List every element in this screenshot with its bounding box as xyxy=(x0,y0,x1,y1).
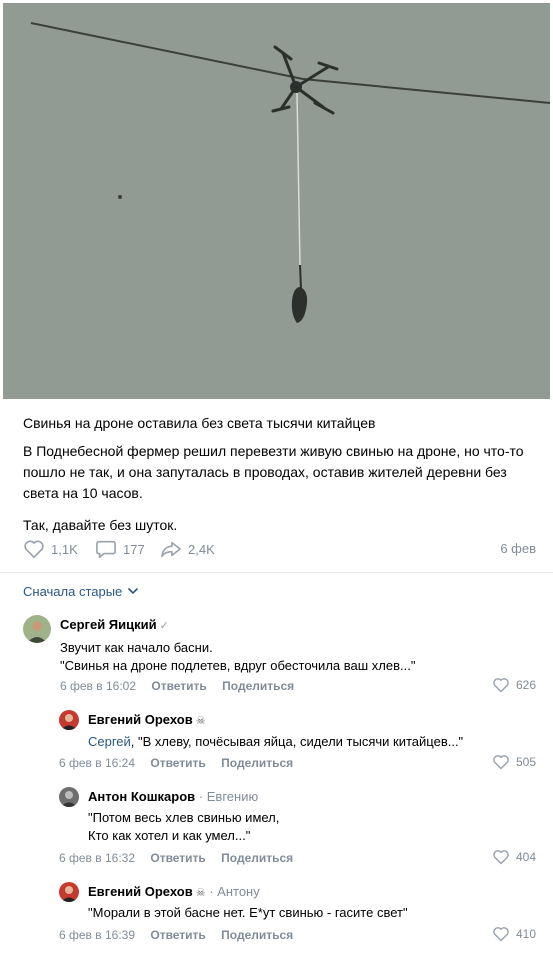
share-comment-button[interactable]: Поделиться xyxy=(221,851,293,865)
comment-time[interactable]: 6 фев в 16:24 xyxy=(59,756,135,770)
post-title: Свинья на дроне оставила без света тысяч… xyxy=(23,415,376,431)
reply-to[interactable]: · Антону xyxy=(209,884,260,899)
reply-button[interactable]: Ответить xyxy=(150,928,205,942)
like-count: 1,1K xyxy=(51,541,78,557)
comment-time[interactable]: 6 фев в 16:32 xyxy=(59,851,135,865)
heart-icon xyxy=(493,678,509,693)
comment: Евгений Орехов ☠ · Антону "Морали в этой … xyxy=(59,882,536,947)
comment-like-count: 626 xyxy=(515,678,536,692)
comment-button[interactable]: 177 xyxy=(95,538,145,560)
mention-link[interactable]: Сергей xyxy=(88,734,131,749)
post-date[interactable]: 6 фев xyxy=(500,541,536,556)
reply-button[interactable]: Ответить xyxy=(151,679,206,693)
heart-icon xyxy=(24,540,44,558)
comment-like-count: 505 xyxy=(515,755,536,769)
divider xyxy=(0,572,553,573)
reply-to[interactable]: · Евгению xyxy=(199,789,258,804)
comment-text: Кто как хотел и как умел..." xyxy=(88,828,251,843)
comment: Антон Кошкаров · Евгению "Потом весь хле… xyxy=(59,787,536,867)
comment-like-count: 410 xyxy=(515,927,536,941)
comment-icon xyxy=(96,540,116,558)
sort-label: Сначала старые xyxy=(23,584,123,599)
comment-like-button[interactable]: 410 xyxy=(492,926,536,942)
comment-text: Сергей, "В хлеву, почёсывая яйца, сидели… xyxy=(88,734,464,749)
comment-author[interactable]: Евгений Орехов xyxy=(88,712,193,727)
comment-author[interactable]: Антон Кошкаров xyxy=(88,789,195,804)
avatar[interactable] xyxy=(23,615,51,643)
comment-like-button[interactable]: 626 xyxy=(492,677,536,693)
comment: Сергей Яицкий ✓ Звучит как начало басни. … xyxy=(23,615,536,695)
chevron-down-icon xyxy=(128,588,139,595)
comment-author[interactable]: Сергей Яицкий xyxy=(60,617,157,632)
post-paragraph: Так, давайте без шуток. xyxy=(23,517,178,533)
comment-text: Звучит как начало басни. xyxy=(60,640,213,655)
share-comment-button[interactable]: Поделиться xyxy=(222,679,294,693)
comment-like-count: 404 xyxy=(515,850,536,864)
heart-icon xyxy=(493,850,509,865)
post-actions: 1,1K 177 2,4K 6 фев xyxy=(23,538,536,560)
avatar[interactable] xyxy=(59,710,79,730)
skull-icon: ☠ xyxy=(195,887,206,899)
comment: Евгений Орехов ☠ Сергей, "В хлеву, почёсы… xyxy=(59,710,536,775)
post-body: В Поднебесной фермер решил перевезти жив… xyxy=(23,441,538,547)
heart-icon xyxy=(493,927,509,942)
avatar[interactable] xyxy=(59,882,79,902)
avatar[interactable] xyxy=(59,787,79,807)
comment-author[interactable]: Евгений Орехов xyxy=(88,884,193,899)
share-comment-button[interactable]: Поделиться xyxy=(221,928,293,942)
heart-icon xyxy=(493,755,509,770)
comment-time[interactable]: 6 фев в 16:02 xyxy=(60,679,136,693)
share-icon xyxy=(161,541,181,558)
reply-button[interactable]: Ответить xyxy=(150,756,205,770)
like-button[interactable]: 1,1K xyxy=(23,538,78,560)
comment-time[interactable]: 6 фев в 16:39 xyxy=(59,928,135,942)
share-comment-button[interactable]: Поделиться xyxy=(221,756,293,770)
comments-sort-toggle[interactable]: Сначала старые xyxy=(23,584,139,599)
comment-text: "Потом весь хлев свинью имел, xyxy=(88,810,280,825)
comment-like-button[interactable]: 404 xyxy=(492,849,536,865)
comment-text: "Морали в этой басне нет. Е*ут свинью - … xyxy=(88,905,408,920)
reply-button[interactable]: Ответить xyxy=(150,851,205,865)
share-button[interactable]: 2,4K xyxy=(160,538,215,560)
drone-pig-image xyxy=(3,3,550,399)
post-paragraph: В Поднебесной фермер решил перевезти жив… xyxy=(23,443,524,501)
post-photo[interactable] xyxy=(3,3,550,399)
comment-count: 177 xyxy=(123,541,145,557)
skull-icon: ☠ xyxy=(195,715,206,727)
check-icon: ✓ xyxy=(159,620,169,632)
comment-text: "Свинья на дроне подлетев, вдруг обесточ… xyxy=(60,658,416,673)
comment-like-button[interactable]: 505 xyxy=(492,754,536,770)
share-count: 2,4K xyxy=(188,541,215,557)
